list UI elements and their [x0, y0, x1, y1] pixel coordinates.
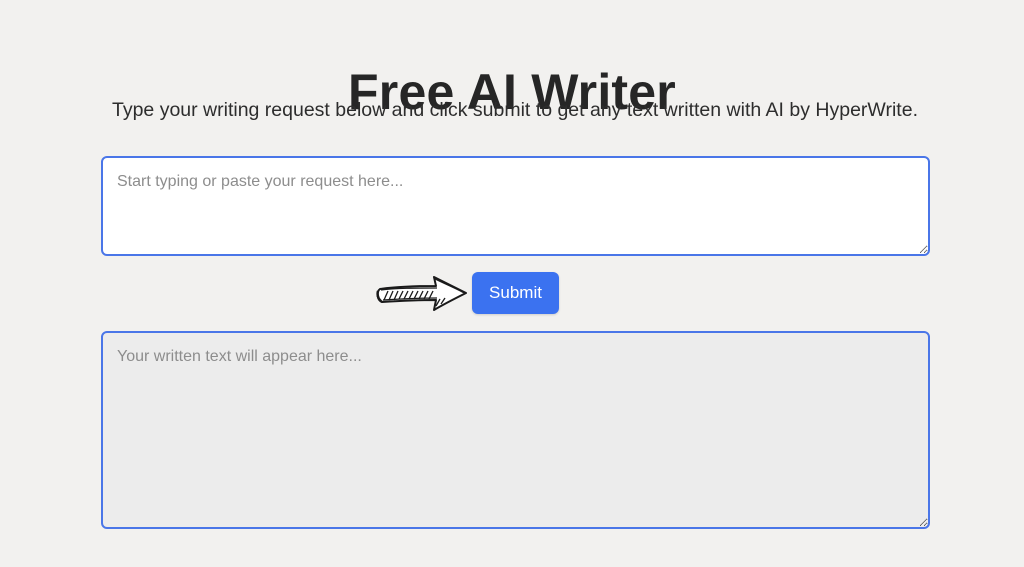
submit-button[interactable]: Submit [472, 272, 559, 314]
output-text-area[interactable] [101, 331, 930, 529]
page-subtitle: Type your writing request below and clic… [112, 99, 918, 121]
hand-drawn-arrow-right-icon [376, 276, 467, 311]
request-input[interactable] [101, 156, 930, 256]
